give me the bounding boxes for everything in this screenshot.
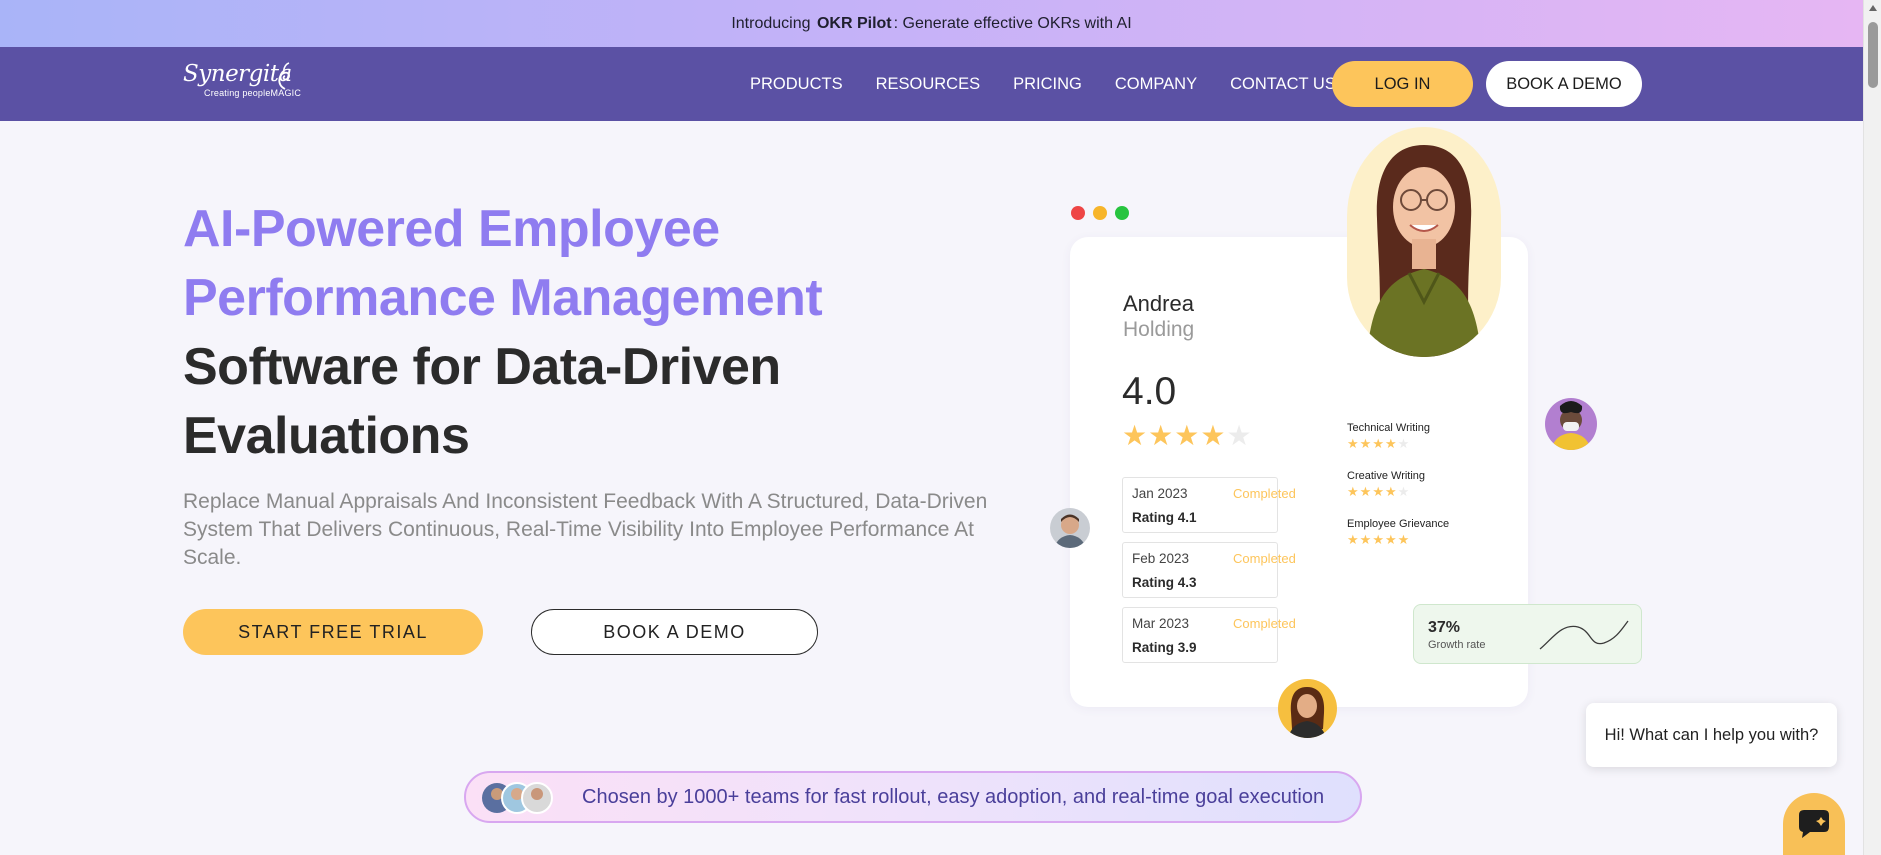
star-filled-icon: ★ — [1372, 532, 1385, 547]
chat-greeting-bubble[interactable]: Hi! What can I help you with? — [1586, 703, 1837, 767]
skill-stars: ★★★★★ — [1347, 484, 1425, 500]
overall-rating: 4.0 — [1122, 370, 1177, 413]
skill-creative-writing: Creative Writing ★★★★★ — [1347, 470, 1425, 500]
hero-title-line-3: Software for Data-Driven — [183, 338, 781, 396]
star-filled-icon: ★ — [1148, 420, 1175, 451]
social-proof-banner: Chosen by 1000+ teams for fast rollout, … — [464, 771, 1362, 823]
start-free-trial-button[interactable]: START FREE TRIAL — [183, 609, 483, 655]
star-filled-icon: ★ — [1347, 436, 1360, 451]
hero-title: AI-Powered Employee Performance Manageme… — [183, 195, 1003, 471]
nav-link-products[interactable]: PRODUCTS — [750, 75, 843, 94]
scroll-up-arrow-icon[interactable] — [1869, 5, 1877, 11]
hero-subtitle: Replace Manual Appraisals And Inconsiste… — [183, 490, 988, 569]
history-status: Completed — [1233, 486, 1296, 501]
nav-link-pricing[interactable]: PRICING — [1013, 75, 1082, 94]
announcement-bar[interactable]: Introducing OKR Pilot: Generate effectiv… — [0, 0, 1863, 47]
history-month: Mar 2023 — [1132, 616, 1190, 631]
rating-history-item: Jan 2023 Completed Rating 4.1 — [1122, 477, 1296, 533]
window-dots — [1071, 206, 1137, 220]
team-avatars-icon — [482, 782, 553, 814]
star-filled-icon: ★ — [1397, 532, 1411, 547]
skill-name: Creative Writing — [1347, 470, 1426, 482]
star-filled-icon: ★ — [1372, 484, 1385, 499]
skill-name: Employee Grievance — [1347, 518, 1450, 530]
star-filled-icon: ★ — [1359, 484, 1373, 499]
rating-history-item: Feb 2023 Completed Rating 4.3 — [1122, 542, 1296, 598]
star-filled-icon: ★ — [1372, 436, 1385, 451]
andrea-portrait — [1347, 127, 1501, 357]
history-rating: Rating 4.3 — [1132, 575, 1197, 590]
window-dot-red — [1071, 206, 1085, 220]
star-filled-icon: ★ — [1359, 532, 1373, 547]
rating-history-item: Mar 2023 Completed Rating 3.9 — [1122, 607, 1296, 663]
window-dot-yellow — [1093, 206, 1107, 220]
star-empty-icon: ★ — [1397, 484, 1411, 499]
growth-sparkline-icon — [1539, 620, 1629, 650]
floating-avatar-woman — [1278, 679, 1337, 738]
star-filled-icon: ★ — [1347, 532, 1360, 547]
nav-link-contact[interactable]: CONTACT US — [1230, 75, 1336, 94]
chat-launcher-button[interactable] — [1783, 793, 1845, 855]
growth-rate-label: Growth rate — [1428, 639, 1486, 651]
nav-link-company[interactable]: COMPANY — [1115, 75, 1197, 94]
nav-book-demo-button[interactable]: BOOK A DEMO — [1486, 61, 1642, 107]
announcement-prefix: Introducing — [731, 14, 811, 32]
growth-rate-value: 37% — [1428, 619, 1461, 636]
skill-stars: ★★★★★ — [1347, 436, 1430, 452]
star-filled-icon: ★ — [1384, 484, 1398, 499]
skill-technical-writing: Technical Writing ★★★★★ — [1347, 422, 1430, 452]
star-filled-icon: ★ — [1359, 436, 1373, 451]
logo-swirl-icon — [278, 62, 291, 90]
employee-company: Holding — [1123, 318, 1195, 341]
scroll-thumb[interactable] — [1868, 22, 1878, 88]
nav-link-resources[interactable]: RESOURCES — [876, 75, 981, 94]
skill-stars: ★★★★★ — [1347, 532, 1449, 548]
hero-title-line-4: Evaluations — [183, 407, 470, 465]
star-filled-icon: ★ — [1200, 420, 1227, 451]
hero-book-demo-button[interactable]: BOOK A DEMO — [531, 609, 818, 655]
announcement-product: OKR Pilot — [816, 14, 892, 32]
chat-icon — [1799, 810, 1829, 838]
star-filled-icon: ★ — [1122, 420, 1149, 451]
history-status: Completed — [1233, 551, 1296, 566]
star-filled-icon: ★ — [1384, 436, 1398, 451]
main-navigation: Synergita Creating peopleMAGIC PRODUCTS … — [0, 47, 1863, 121]
star-filled-icon: ★ — [1384, 532, 1398, 547]
hero-title-line-1: AI-Powered Employee — [183, 200, 720, 258]
hero-title-line-2: Performance Management — [183, 269, 823, 327]
star-filled-icon: ★ — [1347, 484, 1360, 499]
social-proof-text: Chosen by 1000+ teams for fast rollout, … — [582, 785, 1325, 808]
history-month: Feb 2023 — [1132, 551, 1190, 566]
announcement-suffix: : Generate effective OKRs with AI — [893, 14, 1132, 32]
synergita-logo[interactable]: Synergita Creating peopleMAGIC — [183, 61, 301, 98]
window-dot-green — [1115, 206, 1129, 220]
growth-rate-card: 37% Growth rate — [1413, 604, 1642, 664]
history-status: Completed — [1233, 616, 1296, 631]
floating-avatar-masked-person — [1545, 398, 1597, 450]
login-button[interactable]: LOG IN — [1332, 61, 1473, 107]
page-scrollbar[interactable] — [1863, 0, 1881, 855]
floating-avatar-man — [1050, 508, 1090, 548]
skill-name: Technical Writing — [1347, 422, 1430, 434]
nav-links: PRODUCTS RESOURCES PRICING COMPANY CONTA… — [750, 47, 1369, 121]
history-month: Jan 2023 — [1132, 486, 1188, 501]
history-rating: Rating 3.9 — [1132, 640, 1197, 655]
overall-rating-stars: ★★★★★ — [1122, 419, 1253, 452]
star-filled-icon: ★ — [1174, 420, 1201, 451]
employee-name: Andrea — [1123, 291, 1194, 316]
star-empty-icon: ★ — [1397, 436, 1411, 451]
skill-employee-grievance: Employee Grievance ★★★★★ — [1347, 518, 1449, 548]
star-empty-icon: ★ — [1226, 420, 1253, 451]
history-rating: Rating 4.1 — [1132, 510, 1197, 525]
